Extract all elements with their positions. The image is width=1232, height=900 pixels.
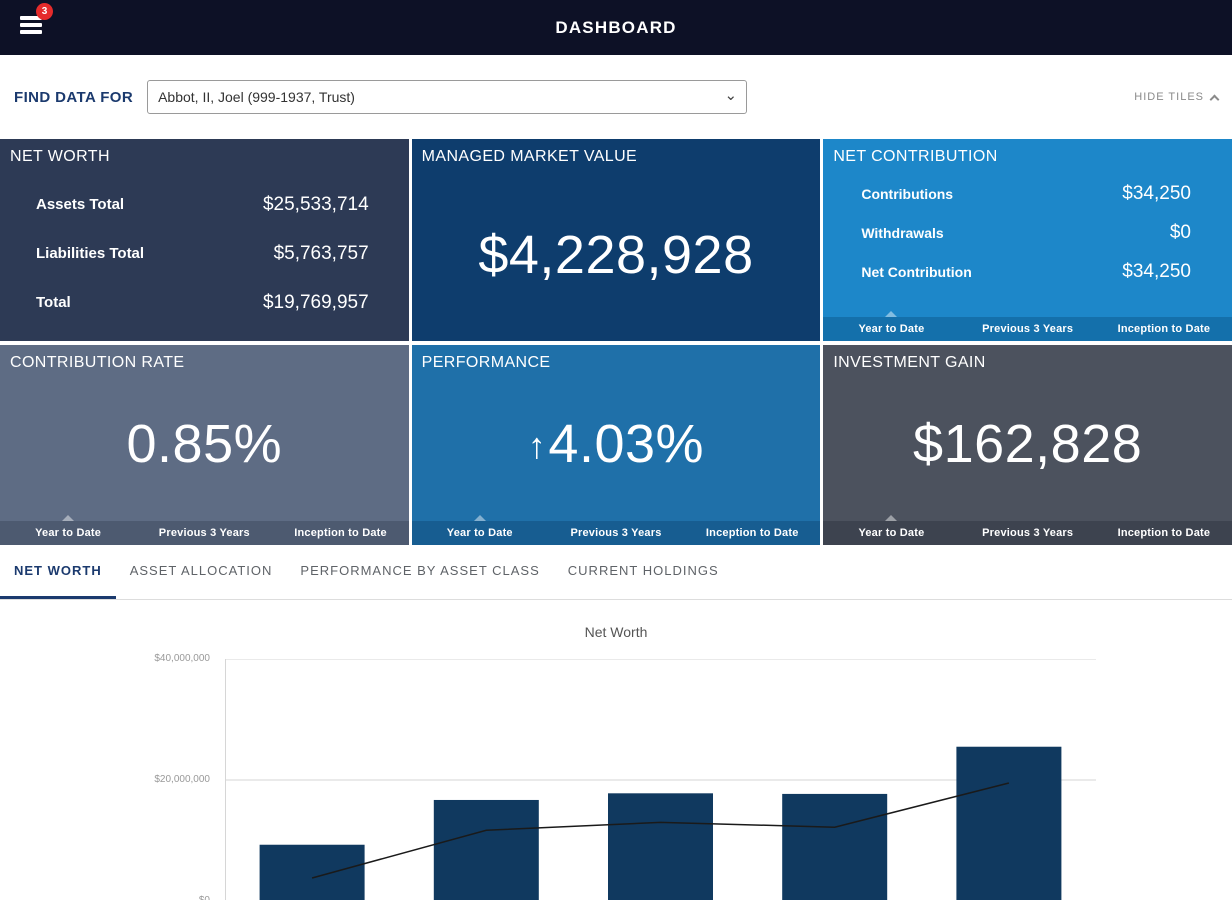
tile-title: NET WORTH [0, 139, 409, 166]
tile-contribution-rate: CONTRIBUTION RATE 0.85% Year to Date Pre… [0, 345, 409, 545]
row-value: $0 [1170, 222, 1191, 244]
performance-value: ↑ 4.03% [412, 345, 821, 521]
period-tab-previous-3-years[interactable]: Previous 3 Years [960, 521, 1096, 545]
row-label: Liabilities Total [36, 245, 144, 262]
tile-performance: PERFORMANCE ↑ 4.03% Year to Date Previou… [412, 345, 821, 545]
hide-tiles-label: HIDE TILES [1134, 91, 1204, 103]
contributions-row: Contributions $34,250 [823, 174, 1232, 213]
net-worth-chart: Net Worth $40,000,000 $20,000,000 $0 [0, 600, 1232, 900]
chevron-up-icon [1210, 94, 1220, 104]
active-period-indicator [62, 515, 74, 521]
summary-tiles: NET WORTH Assets Total $25,533,714 Liabi… [0, 139, 1232, 545]
period-tab-year-to-date[interactable]: Year to Date [412, 521, 548, 545]
period-tabs: Year to Date Previous 3 Years Inception … [823, 521, 1232, 545]
period-tab-inception-to-date[interactable]: Inception to Date [1096, 317, 1232, 341]
managed-market-value: $4,228,928 [412, 139, 821, 341]
y-axis-tick: $40,000,000 [125, 653, 210, 664]
find-data-label: FIND DATA FOR [14, 89, 133, 106]
row-label: Assets Total [36, 196, 124, 213]
tab-asset-allocation[interactable]: ASSET ALLOCATION [116, 545, 287, 599]
tile-investment-gain: INVESTMENT GAIN $162,828 Year to Date Pr… [823, 345, 1232, 545]
period-tab-inception-to-date[interactable]: Inception to Date [1096, 521, 1232, 545]
period-tab-inception-to-date[interactable]: Inception to Date [684, 521, 820, 545]
row-label: Contributions [861, 186, 953, 202]
period-tabs: Year to Date Previous 3 Years Inception … [412, 521, 821, 545]
tile-title: NET CONTRIBUTION [823, 139, 1232, 166]
period-tab-year-to-date[interactable]: Year to Date [0, 521, 136, 545]
top-bar: 3 DASHBOARD [0, 0, 1232, 55]
hide-tiles-button[interactable]: HIDE TILES [1134, 91, 1218, 103]
contribution-rate-value: 0.85% [0, 345, 409, 521]
period-tab-inception-to-date[interactable]: Inception to Date [272, 521, 408, 545]
tab-performance-by-asset-class[interactable]: PERFORMANCE BY ASSET CLASS [286, 545, 553, 599]
investment-gain-value: $162,828 [823, 345, 1232, 521]
chart-title: Net Worth [0, 600, 1232, 640]
y-axis-tick: $0 [125, 895, 210, 900]
period-tabs: Year to Date Previous 3 Years Inception … [0, 521, 409, 545]
tile-net-worth: NET WORTH Assets Total $25,533,714 Liabi… [0, 139, 409, 341]
active-period-indicator [885, 311, 897, 317]
active-period-indicator [474, 515, 486, 521]
row-value: $25,533,714 [263, 194, 369, 216]
row-value: $34,250 [1122, 183, 1191, 205]
row-value: $19,769,957 [263, 292, 369, 314]
tile-net-contribution: NET CONTRIBUTION Contributions $34,250 W… [823, 139, 1232, 341]
tile-managed-market-value: MANAGED MARKET VALUE $4,228,928 [412, 139, 821, 341]
row-label: Withdrawals [861, 225, 943, 241]
period-tab-previous-3-years[interactable]: Previous 3 Years [960, 317, 1096, 341]
period-tab-year-to-date[interactable]: Year to Date [823, 317, 959, 341]
y-axis-tick: $20,000,000 [125, 774, 210, 785]
section-tabs: NET WORTH ASSET ALLOCATION PERFORMANCE B… [0, 545, 1232, 600]
page-title: DASHBOARD [0, 0, 1232, 55]
period-tab-previous-3-years[interactable]: Previous 3 Years [136, 521, 272, 545]
find-data-bar: FIND DATA FOR Abbot, II, Joel (999-1937,… [0, 55, 1232, 139]
row-label: Total [36, 294, 71, 311]
active-period-indicator [885, 515, 897, 521]
up-arrow-icon: ↑ [528, 425, 547, 467]
liabilities-total-row: Liabilities Total $5,763,757 [0, 229, 409, 278]
dashboard-page: 3 DASHBOARD FIND DATA FOR Abbot, II, Joe… [0, 0, 1232, 900]
period-tabs: Year to Date Previous 3 Years Inception … [823, 317, 1232, 341]
row-value: $5,763,757 [274, 243, 369, 265]
row-label: Net Contribution [861, 264, 971, 280]
net-contribution-row: Net Contribution $34,250 [823, 252, 1232, 291]
withdrawals-row: Withdrawals $0 [823, 213, 1232, 252]
bar-chart-plot [225, 659, 1096, 900]
tab-net-worth[interactable]: NET WORTH [0, 545, 116, 599]
assets-total-row: Assets Total $25,533,714 [0, 180, 409, 229]
tab-current-holdings[interactable]: CURRENT HOLDINGS [554, 545, 733, 599]
account-select-wrap: Abbot, II, Joel (999-1937, Trust) ⌄ [147, 80, 747, 114]
account-select[interactable]: Abbot, II, Joel (999-1937, Trust) [147, 80, 747, 114]
period-tab-previous-3-years[interactable]: Previous 3 Years [548, 521, 684, 545]
period-tab-year-to-date[interactable]: Year to Date [823, 521, 959, 545]
row-value: $34,250 [1122, 261, 1191, 283]
total-row: Total $19,769,957 [0, 278, 409, 327]
performance-number: 4.03% [548, 413, 704, 475]
